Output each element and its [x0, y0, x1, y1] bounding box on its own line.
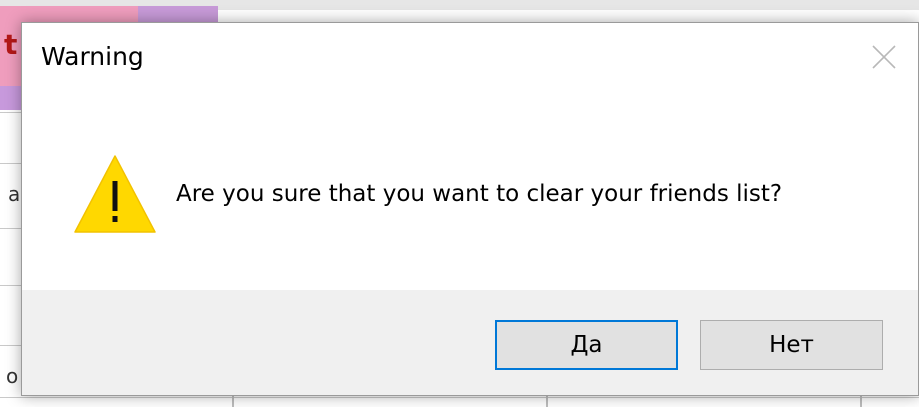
background-grid-line	[546, 396, 548, 407]
background-text-fragment: t	[4, 28, 18, 61]
dialog-button-bar: Да Нет	[22, 290, 918, 395]
dialog-message: Are you sure that you want to clear your…	[176, 181, 783, 207]
background-grid-line	[0, 397, 919, 398]
background-text-fragment: a	[8, 182, 21, 206]
background-grid-line	[0, 345, 21, 346]
background-grid-line	[860, 396, 862, 407]
warning-icon	[73, 153, 157, 235]
close-icon	[872, 45, 896, 69]
dialog-title: Warning	[41, 42, 144, 71]
dialog-titlebar[interactable]: Warning	[22, 23, 918, 91]
background-grid-line	[0, 163, 21, 164]
close-button[interactable]	[868, 41, 900, 73]
background-grid-line	[232, 396, 234, 407]
background-grid-line	[0, 228, 21, 229]
no-button[interactable]: Нет	[700, 320, 883, 370]
background-text-fragment: o	[6, 364, 19, 388]
background-grid-line	[0, 112, 21, 113]
background-grid-line	[0, 285, 21, 286]
yes-button[interactable]: Да	[495, 320, 678, 370]
dialog-content: Are you sure that you want to clear your…	[22, 91, 918, 291]
warning-dialog: Warning Are you sure that you want to cl…	[21, 22, 919, 396]
